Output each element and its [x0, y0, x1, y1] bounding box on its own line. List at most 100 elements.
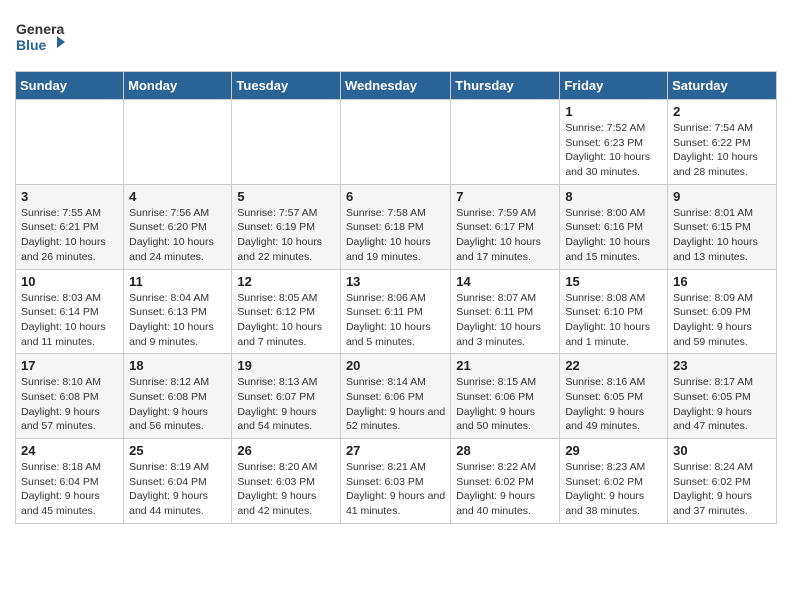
- day-info: Sunrise: 8:15 AM Sunset: 6:06 PM Dayligh…: [456, 375, 554, 434]
- calendar-table: SundayMondayTuesdayWednesdayThursdayFrid…: [15, 71, 777, 524]
- day-number: 14: [456, 274, 554, 289]
- day-number: 7: [456, 189, 554, 204]
- calendar-cell: 20 Sunrise: 8:14 AM Sunset: 6:06 PM Dayli…: [340, 354, 450, 439]
- calendar-cell: 8 Sunrise: 8:00 AM Sunset: 6:16 PM Daylig…: [560, 184, 668, 269]
- day-info: Sunrise: 8:21 AM Sunset: 6:03 PM Dayligh…: [346, 460, 445, 519]
- calendar-cell: 15 Sunrise: 8:08 AM Sunset: 6:10 PM Dayli…: [560, 269, 668, 354]
- day-number: 4: [129, 189, 226, 204]
- calendar-week-5: 24 Sunrise: 8:18 AM Sunset: 6:04 PM Dayli…: [16, 439, 777, 524]
- calendar-cell: 25 Sunrise: 8:19 AM Sunset: 6:04 PM Dayli…: [124, 439, 232, 524]
- calendar-cell: [451, 100, 560, 185]
- day-number: 11: [129, 274, 226, 289]
- day-info: Sunrise: 8:03 AM Sunset: 6:14 PM Dayligh…: [21, 291, 118, 350]
- calendar-week-4: 17 Sunrise: 8:10 AM Sunset: 6:08 PM Dayli…: [16, 354, 777, 439]
- calendar-cell: 5 Sunrise: 7:57 AM Sunset: 6:19 PM Daylig…: [232, 184, 341, 269]
- calendar-cell: 27 Sunrise: 8:21 AM Sunset: 6:03 PM Dayli…: [340, 439, 450, 524]
- calendar-week-2: 3 Sunrise: 7:55 AM Sunset: 6:21 PM Daylig…: [16, 184, 777, 269]
- day-number: 3: [21, 189, 118, 204]
- day-info: Sunrise: 7:55 AM Sunset: 6:21 PM Dayligh…: [21, 206, 118, 265]
- calendar-cell: 28 Sunrise: 8:22 AM Sunset: 6:02 PM Dayli…: [451, 439, 560, 524]
- day-info: Sunrise: 8:14 AM Sunset: 6:06 PM Dayligh…: [346, 375, 445, 434]
- weekday-header-sunday: Sunday: [16, 72, 124, 100]
- calendar-cell: 17 Sunrise: 8:10 AM Sunset: 6:08 PM Dayli…: [16, 354, 124, 439]
- day-info: Sunrise: 8:20 AM Sunset: 6:03 PM Dayligh…: [237, 460, 335, 519]
- weekday-header-monday: Monday: [124, 72, 232, 100]
- weekday-header-saturday: Saturday: [668, 72, 777, 100]
- day-info: Sunrise: 8:01 AM Sunset: 6:15 PM Dayligh…: [673, 206, 771, 265]
- day-number: 17: [21, 358, 118, 373]
- day-info: Sunrise: 7:57 AM Sunset: 6:19 PM Dayligh…: [237, 206, 335, 265]
- calendar-cell: [340, 100, 450, 185]
- day-info: Sunrise: 8:07 AM Sunset: 6:11 PM Dayligh…: [456, 291, 554, 350]
- calendar-week-3: 10 Sunrise: 8:03 AM Sunset: 6:14 PM Dayli…: [16, 269, 777, 354]
- day-info: Sunrise: 8:09 AM Sunset: 6:09 PM Dayligh…: [673, 291, 771, 350]
- calendar-cell: 12 Sunrise: 8:05 AM Sunset: 6:12 PM Dayli…: [232, 269, 341, 354]
- calendar-cell: 1 Sunrise: 7:52 AM Sunset: 6:23 PM Daylig…: [560, 100, 668, 185]
- day-number: 21: [456, 358, 554, 373]
- day-number: 16: [673, 274, 771, 289]
- day-number: 22: [565, 358, 662, 373]
- day-number: 15: [565, 274, 662, 289]
- calendar-cell: 13Sunrise: 8:06 AM Sunset: 6:11 PM Dayli…: [340, 269, 450, 354]
- calendar-cell: 9Sunrise: 8:01 AM Sunset: 6:15 PM Daylig…: [668, 184, 777, 269]
- day-info: Sunrise: 7:58 AM Sunset: 6:18 PM Dayligh…: [346, 206, 445, 265]
- calendar-cell: 18Sunrise: 8:12 AM Sunset: 6:08 PM Dayli…: [124, 354, 232, 439]
- calendar-cell: 21 Sunrise: 8:15 AM Sunset: 6:06 PM Dayli…: [451, 354, 560, 439]
- day-info: Sunrise: 7:56 AM Sunset: 6:20 PM Dayligh…: [129, 206, 226, 265]
- day-number: 18: [129, 358, 226, 373]
- svg-text:Blue: Blue: [16, 37, 47, 53]
- day-number: 29: [565, 443, 662, 458]
- day-info: Sunrise: 8:04 AM Sunset: 6:13 PM Dayligh…: [129, 291, 226, 350]
- calendar-cell: 23Sunrise: 8:17 AM Sunset: 6:05 PM Dayli…: [668, 354, 777, 439]
- day-number: 8: [565, 189, 662, 204]
- day-info: Sunrise: 8:00 AM Sunset: 6:16 PM Dayligh…: [565, 206, 662, 265]
- weekday-header-thursday: Thursday: [451, 72, 560, 100]
- calendar-week-1: 1 Sunrise: 7:52 AM Sunset: 6:23 PM Daylig…: [16, 100, 777, 185]
- day-number: 12: [237, 274, 335, 289]
- calendar-cell: 19 Sunrise: 8:13 AM Sunset: 6:07 PM Dayli…: [232, 354, 341, 439]
- day-number: 30: [673, 443, 771, 458]
- day-number: 10: [21, 274, 118, 289]
- day-info: Sunrise: 8:08 AM Sunset: 6:10 PM Dayligh…: [565, 291, 662, 350]
- day-info: Sunrise: 8:06 AM Sunset: 6:11 PM Dayligh…: [346, 291, 445, 350]
- day-info: Sunrise: 8:19 AM Sunset: 6:04 PM Dayligh…: [129, 460, 226, 519]
- calendar-cell: [232, 100, 341, 185]
- day-info: Sunrise: 8:16 AM Sunset: 6:05 PM Dayligh…: [565, 375, 662, 434]
- day-number: 20: [346, 358, 445, 373]
- calendar-cell: 6 Sunrise: 7:58 AM Sunset: 6:18 PM Daylig…: [340, 184, 450, 269]
- logo: General Blue: [15, 16, 65, 63]
- day-number: 24: [21, 443, 118, 458]
- day-info: Sunrise: 8:10 AM Sunset: 6:08 PM Dayligh…: [21, 375, 118, 434]
- calendar-cell: 10 Sunrise: 8:03 AM Sunset: 6:14 PM Dayli…: [16, 269, 124, 354]
- day-info: Sunrise: 7:52 AM Sunset: 6:23 PM Dayligh…: [565, 121, 662, 180]
- calendar-cell: 3 Sunrise: 7:55 AM Sunset: 6:21 PM Daylig…: [16, 184, 124, 269]
- calendar-cell: 29 Sunrise: 8:23 AM Sunset: 6:02 PM Dayli…: [560, 439, 668, 524]
- day-number: 1: [565, 104, 662, 119]
- day-number: 27: [346, 443, 445, 458]
- day-info: Sunrise: 8:22 AM Sunset: 6:02 PM Dayligh…: [456, 460, 554, 519]
- calendar-cell: 24 Sunrise: 8:18 AM Sunset: 6:04 PM Dayli…: [16, 439, 124, 524]
- day-info: Sunrise: 8:23 AM Sunset: 6:02 PM Dayligh…: [565, 460, 662, 519]
- calendar-cell: 2Sunrise: 7:54 AM Sunset: 6:22 PM Daylig…: [668, 100, 777, 185]
- day-number: 26: [237, 443, 335, 458]
- weekday-header-tuesday: Tuesday: [232, 72, 341, 100]
- day-info: Sunrise: 8:13 AM Sunset: 6:07 PM Dayligh…: [237, 375, 335, 434]
- logo-icon: General Blue: [15, 16, 65, 58]
- day-number: 25: [129, 443, 226, 458]
- day-number: 5: [237, 189, 335, 204]
- calendar-cell: 30Sunrise: 8:24 AM Sunset: 6:02 PM Dayli…: [668, 439, 777, 524]
- calendar-cell: 11 Sunrise: 8:04 AM Sunset: 6:13 PM Dayli…: [124, 269, 232, 354]
- calendar-cell: [124, 100, 232, 185]
- day-info: Sunrise: 7:59 AM Sunset: 6:17 PM Dayligh…: [456, 206, 554, 265]
- calendar-cell: 14 Sunrise: 8:07 AM Sunset: 6:11 PM Dayli…: [451, 269, 560, 354]
- day-number: 28: [456, 443, 554, 458]
- day-info: Sunrise: 8:18 AM Sunset: 6:04 PM Dayligh…: [21, 460, 118, 519]
- calendar-cell: 26 Sunrise: 8:20 AM Sunset: 6:03 PM Dayli…: [232, 439, 341, 524]
- day-number: 19: [237, 358, 335, 373]
- day-info: Sunrise: 7:54 AM Sunset: 6:22 PM Dayligh…: [673, 121, 771, 180]
- day-number: 23: [673, 358, 771, 373]
- day-info: Sunrise: 8:05 AM Sunset: 6:12 PM Dayligh…: [237, 291, 335, 350]
- page-header: General Blue: [15, 10, 777, 63]
- calendar-cell: 4 Sunrise: 7:56 AM Sunset: 6:20 PM Daylig…: [124, 184, 232, 269]
- day-number: 6: [346, 189, 445, 204]
